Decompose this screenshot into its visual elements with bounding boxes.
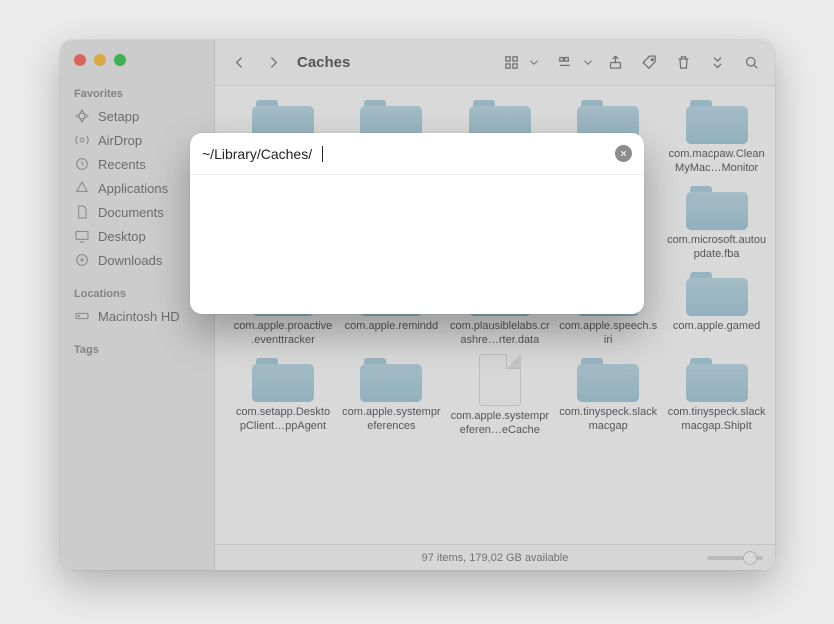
sidebar-item-label: Macintosh HD <box>98 309 180 324</box>
file-item[interactable]: com.apple.systempreferen…eCache <box>450 354 550 438</box>
item-label: com.setapp.DesktopClient…ppAgent <box>233 406 333 434</box>
item-label: com.apple.speech.siri <box>558 320 658 348</box>
status-text: 97 items, 179,02 GB available <box>422 552 569 564</box>
folder-item[interactable]: com.tinyspeck.slackmacgap.ShipIt <box>667 354 767 438</box>
status-bar: 97 items, 179,02 GB available <box>215 544 775 570</box>
text-caret <box>322 146 323 162</box>
sidebar-item-label: Desktop <box>98 229 146 244</box>
sidebar-item-label: AirDrop <box>98 133 142 148</box>
minimize-window-button[interactable] <box>94 54 106 66</box>
recents-icon <box>74 156 90 172</box>
item-label: com.apple.remindd <box>345 320 439 348</box>
trash-button[interactable] <box>669 49 697 77</box>
folder-item[interactable]: com.apple.systempreferences <box>341 354 441 438</box>
zoom-window-button[interactable] <box>114 54 126 66</box>
sidebar-section-label: Favorites <box>60 82 214 104</box>
downloads-icon <box>74 252 90 268</box>
disk-icon <box>74 308 90 324</box>
sidebar-item-label: Setapp <box>98 109 139 124</box>
item-label: com.macpaw.CleanMyMac…Monitor <box>667 148 767 176</box>
clear-input-button[interactable] <box>615 145 632 162</box>
folder-item[interactable]: com.apple.gamed <box>667 268 767 348</box>
setapp-icon <box>74 108 90 124</box>
more-button[interactable] <box>703 49 731 77</box>
tags-button[interactable] <box>635 49 663 77</box>
sidebar-item-label: Downloads <box>98 253 162 268</box>
window-title: Caches <box>297 54 350 71</box>
folder-icon <box>360 354 422 402</box>
item-label: com.plausiblelabs.crashre…rter.data <box>450 320 550 348</box>
go-to-folder-dialog: ~/Library/Caches/ <box>190 133 644 314</box>
close-window-button[interactable] <box>74 54 86 66</box>
sidebar-item-label: Applications <box>98 181 168 196</box>
folder-icon <box>686 96 748 144</box>
sidebar-item-setapp[interactable]: Setapp <box>60 104 214 128</box>
search-button[interactable] <box>737 49 765 77</box>
folder-icon <box>252 354 314 402</box>
back-button[interactable] <box>225 49 253 77</box>
window-controls <box>60 50 214 82</box>
path-input-value: ~/Library/Caches/ <box>202 146 312 162</box>
toolbar: Caches <box>215 40 775 86</box>
share-button[interactable] <box>601 49 629 77</box>
item-label: com.apple.proactive.eventtracker <box>233 320 333 348</box>
chevron-down-icon[interactable] <box>527 49 541 77</box>
view-mode-button[interactable] <box>497 49 525 77</box>
folder-icon <box>686 182 748 230</box>
folder-icon <box>577 354 639 402</box>
sidebar-section-label: Tags <box>60 338 214 360</box>
chevron-down-icon[interactable] <box>581 49 595 77</box>
group-by-button[interactable] <box>551 49 579 77</box>
item-label: com.tinyspeck.slackmacgap <box>558 406 658 434</box>
folder-item[interactable]: com.tinyspeck.slackmacgap <box>558 354 658 438</box>
folder-icon <box>686 268 748 316</box>
item-label: com.tinyspeck.slackmacgap.ShipIt <box>667 406 767 434</box>
folder-icon <box>686 354 748 402</box>
sidebar-item-label: Recents <box>98 157 146 172</box>
doc-icon <box>74 204 90 220</box>
item-label: com.apple.systempreferen…eCache <box>450 410 550 438</box>
forward-button[interactable] <box>259 49 287 77</box>
airdrop-icon <box>74 132 90 148</box>
file-icon <box>479 354 521 406</box>
item-label: com.apple.gamed <box>673 320 760 348</box>
folder-item[interactable]: com.macpaw.CleanMyMac…Monitor <box>667 96 767 176</box>
sidebar-item-label: Documents <box>98 205 164 220</box>
item-label: com.apple.systempreferences <box>341 406 441 434</box>
folder-item[interactable]: com.microsoft.autoupdate.fba <box>667 182 767 262</box>
icon-size-slider[interactable] <box>707 556 763 560</box>
folder-item[interactable]: com.setapp.DesktopClient…ppAgent <box>233 354 333 438</box>
item-label: com.microsoft.autoupdate.fba <box>667 234 767 262</box>
apps-icon <box>74 180 90 196</box>
desktop-icon <box>74 228 90 244</box>
